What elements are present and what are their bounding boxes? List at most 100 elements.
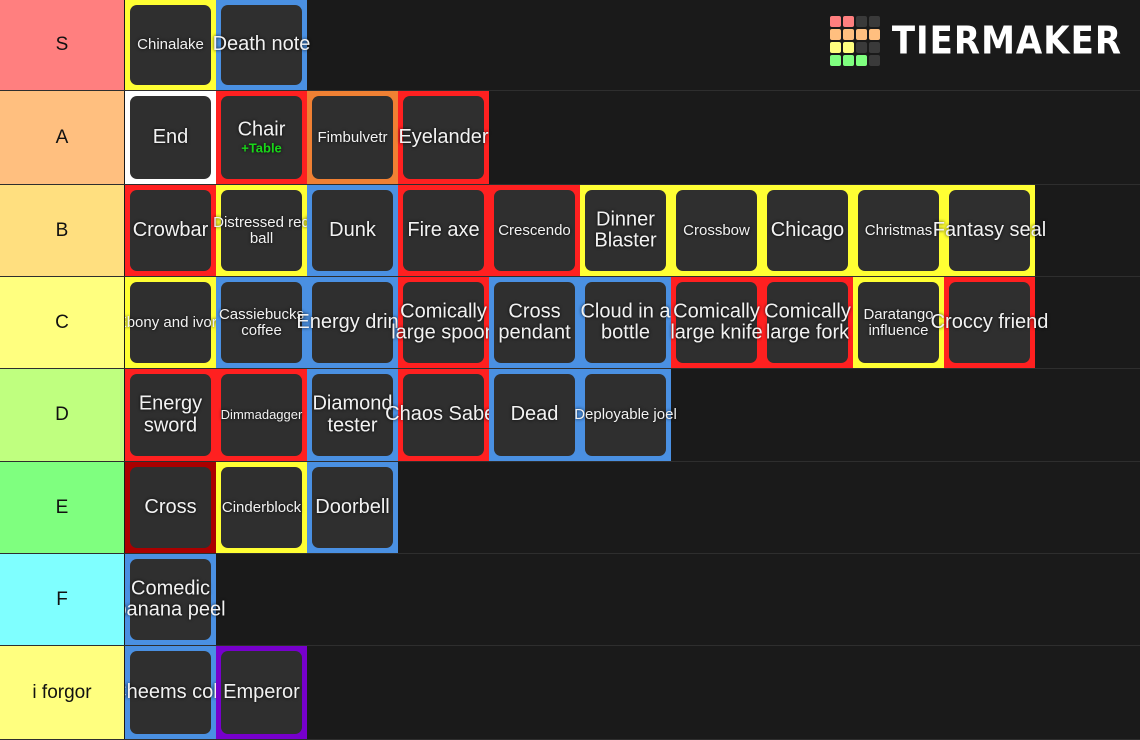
tier-item-label: Chinalake: [137, 35, 204, 53]
tier-item-label: Crowbar: [132, 218, 209, 241]
tier-item[interactable]: Fire axe: [398, 185, 489, 276]
tier-item-thumbnail: Chaos Saber: [385, 374, 502, 456]
tier-item[interactable]: Energy drink: [296, 277, 409, 368]
tier-item[interactable]: Cross: [125, 462, 216, 553]
tier-item-label: Ebony and ivory: [125, 313, 225, 331]
tier-item[interactable]: Comically large knife: [670, 277, 763, 368]
logo-cell-3-1: [842, 55, 854, 66]
tier-item[interactable]: Crossbow: [671, 185, 762, 276]
tier-item-thumbnail: Comically large fork: [764, 282, 851, 363]
logo-cell-1-1: [842, 29, 854, 40]
tier-item[interactable]: Chair +Table: [216, 91, 307, 184]
tier-item-label: Croccy friend: [930, 310, 1049, 333]
tier-item-label: Distressed red ball: [213, 213, 310, 247]
tier-item[interactable]: End: [125, 91, 216, 184]
tier-item[interactable]: Cloud in a bottle: [580, 277, 671, 368]
tier-item-thumbnail: Energy drink: [296, 282, 409, 363]
tier-item-thumbnail: Chair +Table: [221, 96, 302, 179]
tier-item-label: Diamond tester: [312, 392, 393, 436]
tier-item[interactable]: Dimmadagger: [216, 369, 307, 461]
tier-item[interactable]: Cross pendant: [489, 277, 580, 368]
tier-items[interactable]: Cross Cinderblock Doorbell: [125, 462, 1140, 553]
logo-cell-1-3: [868, 29, 880, 40]
tier-item-thumbnail: Daratango influence: [858, 282, 939, 363]
tier-item[interactable]: Cinderblock: [216, 462, 307, 553]
tier-row: F Comedic banana peel: [0, 554, 1140, 646]
tier-items[interactable]: End Chair +Table Fimbulvetr Eyelander: [125, 91, 1140, 184]
tier-item[interactable]: Fimbulvetr: [307, 91, 398, 184]
tier-item[interactable]: Energy sword: [125, 369, 216, 461]
tier-item[interactable]: Dunk: [307, 185, 398, 276]
tier-row: C Ebony and ivory Cassiebucks coffee Energy…: [0, 277, 1140, 369]
tier-item[interactable]: Cheems cola: [125, 646, 229, 739]
logo-cell-3-2: [855, 55, 867, 66]
tier-item[interactable]: Chinalake: [125, 0, 216, 90]
tier-item-thumbnail: Crossbow: [676, 190, 757, 271]
tier-item[interactable]: Daratango influence: [853, 277, 944, 368]
tier-item-sublabel: +Table: [241, 140, 282, 156]
tier-item[interactable]: Deployable joel: [574, 369, 677, 461]
tier-item[interactable]: Chaos Saber: [385, 369, 502, 461]
tier-item-thumbnail: Deployable joel: [574, 374, 677, 456]
logo-cell-0-1: [842, 16, 854, 27]
logo-cell-1-2: [855, 29, 867, 40]
tier-row: i forgorCheems colaEmperor: [0, 646, 1140, 740]
tier-item[interactable]: Croccy friend: [931, 277, 1048, 368]
tier-label[interactable]: D: [0, 369, 125, 461]
tier-label[interactable]: A: [0, 91, 125, 184]
tier-item-thumbnail: Croccy friend: [931, 282, 1048, 363]
tier-item[interactable]: Death note: [213, 0, 310, 90]
tier-item-label: Emperor: [223, 680, 300, 703]
tier-items[interactable]: Energy sword Dimmadagger Diamond tester Cha…: [125, 369, 1140, 461]
tier-label[interactable]: S: [0, 0, 125, 90]
logo-cell-2-2: [855, 42, 867, 53]
tier-items[interactable]: Ebony and ivory Cassiebucks coffee Energy …: [125, 277, 1140, 368]
tier-item-thumbnail: Cloud in a bottle: [580, 282, 671, 363]
tier-item[interactable]: Emperor: [216, 646, 307, 739]
tier-item-thumbnail: Cinderblock: [221, 467, 302, 548]
tier-item[interactable]: Comedic banana peel: [125, 554, 226, 645]
tiermaker-logo: TIERMAKER: [829, 16, 1122, 66]
tier-item[interactable]: Dead: [489, 369, 580, 461]
tier-items[interactable]: Crowbar Distressed red ball Dunk Fire axe Cr…: [125, 185, 1140, 276]
tier-item[interactable]: Cassiebucks coffee: [216, 277, 307, 368]
tier-item[interactable]: Diamond tester: [307, 369, 398, 461]
tier-item[interactable]: Fantasy seal: [933, 185, 1046, 276]
tier-item[interactable]: Doorbell: [307, 462, 398, 553]
tier-item-thumbnail: Diamond tester: [312, 374, 393, 456]
tier-item[interactable]: Ebony and ivory: [125, 277, 224, 368]
tier-label[interactable]: B: [0, 185, 125, 276]
tier-item[interactable]: Distressed red ball: [213, 185, 310, 276]
tier-label[interactable]: i forgor: [0, 646, 125, 739]
tier-item[interactable]: Dinner Blaster: [580, 185, 671, 276]
tier-label[interactable]: F: [0, 554, 125, 645]
logo-cell-0-0: [829, 16, 841, 27]
tier-item-thumbnail: Fantasy seal: [933, 190, 1046, 271]
tier-item-thumbnail: Chinalake: [130, 5, 211, 85]
tier-item[interactable]: Christmas: [853, 185, 944, 276]
tier-item[interactable]: Crescendo: [489, 185, 580, 276]
tier-item-thumbnail: Cheems cola: [125, 651, 229, 734]
tier-label[interactable]: E: [0, 462, 125, 553]
tier-item[interactable]: Comically large spoon: [391, 277, 496, 368]
tier-item-label: Eyelander: [398, 125, 489, 148]
tier-item-label: Daratango influence: [863, 305, 934, 339]
tier-label[interactable]: C: [0, 277, 125, 368]
tier-items[interactable]: Comedic banana peel: [125, 554, 1140, 645]
tier-item-label: Chaos Saber: [385, 403, 502, 426]
tier-item-thumbnail: Fire axe: [403, 190, 484, 271]
tier-item[interactable]: Crowbar: [125, 185, 216, 276]
tier-item-thumbnail: Comically large knife: [670, 282, 763, 363]
tier-item[interactable]: Chicago: [762, 185, 853, 276]
tier-item-thumbnail: Comically large spoon: [391, 282, 496, 363]
tier-item[interactable]: Eyelander: [398, 91, 489, 184]
tier-item-thumbnail: Chicago: [767, 190, 848, 271]
tier-item-thumbnail: Distressed red ball: [213, 190, 310, 271]
tier-item-label: Comically large fork: [764, 299, 851, 344]
tier-item[interactable]: Comically large fork: [762, 277, 853, 368]
tier-item-thumbnail: Crescendo: [494, 190, 575, 271]
tier-items[interactable]: Cheems colaEmperor: [125, 646, 1140, 739]
tier-item-label: Dinner Blaster: [594, 207, 657, 252]
tiermaker-logo-grid-icon: [829, 16, 880, 66]
tier-row: A End Chair +Table Fimbulvetr Eyelander: [0, 91, 1140, 185]
